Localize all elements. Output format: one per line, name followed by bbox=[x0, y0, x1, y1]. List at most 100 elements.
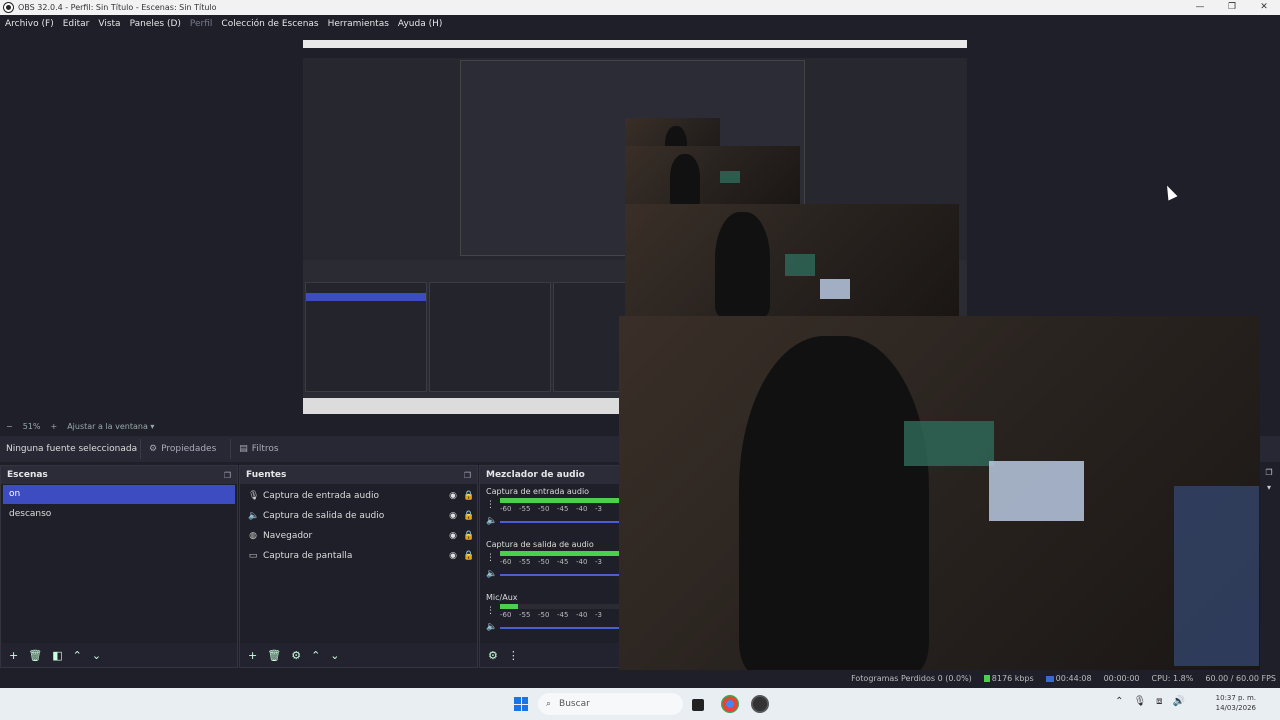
lock-icon[interactable]: 🔒 bbox=[461, 531, 477, 541]
sources-dock-header: Fuentes ❐ bbox=[240, 466, 477, 484]
speaker-icon[interactable]: 🔈 bbox=[486, 516, 497, 526]
title-bar: OBS 32.0.4 - Perfil: Sin Título - Escena… bbox=[0, 0, 1280, 15]
chrome-icon[interactable] bbox=[721, 695, 739, 713]
background-monitor bbox=[904, 421, 994, 466]
meter-tick: -3 bbox=[595, 505, 602, 513]
meter-tick: -55 bbox=[519, 505, 531, 513]
zoom-bar: − 51% + Ajustar a la ventana ▾ bbox=[0, 419, 620, 433]
meter-fill bbox=[500, 498, 623, 503]
volume-meter bbox=[500, 498, 623, 503]
source-settings-icon[interactable]: ⚙ bbox=[291, 649, 301, 662]
filter-icon: ▤ bbox=[239, 444, 248, 454]
menu-scene-collection[interactable]: Colección de Escenas bbox=[221, 19, 318, 29]
volume-slider[interactable] bbox=[500, 574, 623, 576]
channel-name: Captura de entrada audio bbox=[486, 487, 590, 496]
add-source-icon[interactable]: + bbox=[248, 649, 257, 662]
volume-slider[interactable] bbox=[500, 521, 623, 523]
remove-scene-icon[interactable]: 🗑 bbox=[28, 649, 42, 662]
lock-icon[interactable]: 🔒 bbox=[461, 551, 477, 561]
volume-icon[interactable]: 🔊 bbox=[1173, 696, 1185, 707]
taskbar-search[interactable]: ⌕ Buscar bbox=[538, 693, 683, 715]
more-options-icon[interactable]: ⋮ bbox=[486, 500, 495, 510]
nested-scenes-dock bbox=[305, 282, 427, 392]
zoom-in-button[interactable]: + bbox=[50, 422, 57, 431]
nested-title-bar bbox=[303, 40, 967, 48]
stream-icon bbox=[1045, 675, 1054, 682]
scene-item[interactable]: on bbox=[3, 485, 235, 504]
properties-button[interactable]: ⚙ Propiedades bbox=[140, 439, 224, 459]
sources-dock: Fuentes ❐ 🎙 Captura de entrada audio ◉ 🔒… bbox=[239, 465, 478, 668]
dock-float-icon[interactable]: ❐ bbox=[1265, 468, 1272, 477]
source-item[interactable]: 🔈 Captura de salida de audio ◉ 🔒 bbox=[240, 506, 477, 526]
menu-profile[interactable]: Perfil bbox=[190, 19, 213, 29]
add-scene-icon[interactable]: + bbox=[9, 649, 18, 662]
eye-icon[interactable]: ◉ bbox=[445, 551, 461, 561]
task-view-icon[interactable] bbox=[692, 699, 704, 711]
menu-edit[interactable]: Editar bbox=[63, 19, 90, 29]
scene-filters-icon[interactable]: ◧ bbox=[52, 649, 62, 662]
lock-icon[interactable]: 🔒 bbox=[461, 491, 477, 501]
menu-help[interactable]: Ayuda (H) bbox=[398, 19, 442, 29]
gear-icon: ⚙ bbox=[149, 444, 158, 454]
menu-file[interactable]: Archivo (F) bbox=[5, 19, 54, 29]
move-up-icon[interactable]: ⌃ bbox=[311, 649, 320, 662]
eye-icon[interactable]: ◉ bbox=[445, 491, 461, 501]
maximize-button[interactable]: ❐ bbox=[1216, 0, 1248, 15]
menu-docks[interactable]: Paneles (D) bbox=[130, 19, 181, 29]
clock[interactable]: 10:37 p. m. 14/03/2026 bbox=[1216, 693, 1256, 713]
signal-icon bbox=[983, 675, 990, 682]
volume-slider[interactable] bbox=[500, 627, 623, 629]
source-item[interactable]: ◍ Navegador ◉ 🔒 bbox=[240, 526, 477, 546]
eye-icon[interactable]: ◉ bbox=[445, 531, 461, 541]
speaker-icon[interactable]: 🔈 bbox=[486, 569, 497, 579]
source-item[interactable]: 🎙 Captura de entrada audio ◉ 🔒 bbox=[240, 486, 477, 506]
dock-float-icon[interactable]: ❐ bbox=[464, 471, 471, 480]
mixer-channel: Mic/Aux ⋮ 🔈 -60 -55 -50 -45 -40 -3 bbox=[480, 590, 623, 643]
zoom-value: 51% bbox=[22, 421, 41, 431]
meter-tick: -60 bbox=[500, 558, 512, 566]
more-options-icon[interactable]: ⋮ bbox=[486, 553, 495, 563]
status-bar: Fotogramas Perdidos 0 (0.0%) 8176 kbps 0… bbox=[0, 670, 1280, 687]
webcam-overlay bbox=[619, 316, 1260, 676]
network-icon[interactable]: ⧈ bbox=[1156, 696, 1162, 707]
close-button[interactable]: ✕ bbox=[1248, 0, 1280, 15]
scene-item[interactable]: descanso bbox=[3, 505, 235, 524]
chevron-up-icon[interactable]: ⌃ bbox=[1115, 696, 1123, 707]
microphone-icon[interactable]: 🎙 bbox=[1133, 696, 1146, 707]
cpu-usage: CPU: 1.8% bbox=[1151, 674, 1194, 683]
mixer-settings-icon[interactable]: ⚙ bbox=[488, 649, 498, 662]
meter-ticks: -60 -55 -50 -45 -40 -3 bbox=[500, 611, 623, 619]
minimize-button[interactable]: — bbox=[1184, 0, 1216, 15]
more-options-icon[interactable]: ⋮ bbox=[486, 606, 495, 616]
menu-view[interactable]: Vista bbox=[98, 19, 120, 29]
source-label: Navegador bbox=[263, 531, 313, 541]
filters-button[interactable]: ▤ Filtros bbox=[230, 439, 286, 459]
zoom-out-button[interactable]: − bbox=[6, 422, 13, 431]
dock-float-icon[interactable]: ❐ bbox=[224, 471, 231, 480]
monitor-icon: ▭ bbox=[248, 551, 258, 561]
fit-window-select[interactable]: Ajustar a la ventana ▾ bbox=[67, 422, 154, 431]
scenes-title: Escenas bbox=[7, 470, 48, 480]
search-placeholder: Buscar bbox=[559, 699, 590, 709]
lock-icon[interactable]: 🔒 bbox=[461, 511, 477, 521]
move-down-icon[interactable]: ⌄ bbox=[330, 649, 339, 662]
remove-source-icon[interactable]: 🗑 bbox=[267, 649, 281, 662]
nested-menu-bar bbox=[303, 48, 967, 58]
fps: 60.00 / 60.00 FPS bbox=[1205, 674, 1276, 683]
source-item[interactable]: ▭ Captura de pantalla ◉ 🔒 bbox=[240, 546, 477, 566]
move-up-icon[interactable]: ⌃ bbox=[73, 649, 82, 662]
menu-tools[interactable]: Herramientas bbox=[328, 19, 389, 29]
obs-taskbar-icon[interactable] bbox=[751, 695, 769, 713]
window-title: OBS 32.0.4 - Perfil: Sin Título - Escena… bbox=[18, 3, 217, 12]
chevron-down-icon[interactable]: ▾ bbox=[1267, 483, 1271, 492]
move-down-icon[interactable]: ⌄ bbox=[92, 649, 101, 662]
more-options-icon[interactable]: ⋮ bbox=[508, 649, 519, 662]
windows-start-icon[interactable] bbox=[514, 697, 528, 711]
eye-icon[interactable]: ◉ bbox=[445, 511, 461, 521]
meter-tick: -50 bbox=[538, 558, 550, 566]
meter-tick: -3 bbox=[595, 558, 602, 566]
channel-name: Mic/Aux bbox=[486, 593, 518, 602]
meter-tick: -60 bbox=[500, 505, 512, 513]
clock-date: 14/03/2026 bbox=[1215, 704, 1256, 712]
speaker-icon[interactable]: 🔈 bbox=[486, 622, 497, 632]
